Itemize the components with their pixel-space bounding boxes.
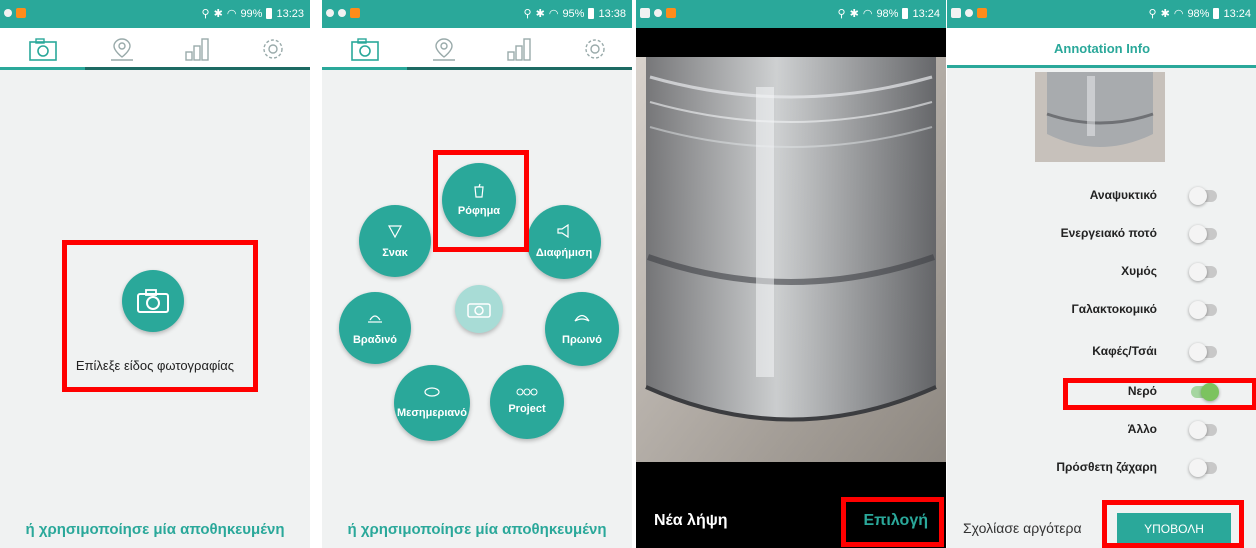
use-saved-photo-link[interactable]: ή χρησιμοποίησε μία αποθηκευμένη — [322, 521, 632, 538]
category-project-button[interactable]: Project — [490, 365, 564, 439]
camera-tab-icon[interactable] — [28, 36, 58, 62]
camera-icon — [467, 303, 491, 318]
option-label: Άλλο — [1127, 422, 1157, 436]
location-icon: ⚲ — [201, 8, 210, 20]
screen-photo-preview: ⚲ ✱ ◠ 98% 13:24 Νέα λήψη Επιλογή — [636, 0, 946, 548]
option-toggle[interactable] — [1189, 187, 1217, 205]
location-tab-icon[interactable] — [107, 36, 137, 62]
category-label: Πρωινό — [562, 334, 602, 346]
battery-percent: 98% — [1187, 7, 1210, 20]
settings-gear-icon[interactable] — [258, 36, 288, 62]
status-time: 13:23 — [276, 7, 304, 20]
category-snak-button[interactable]: Σνακ — [359, 205, 431, 277]
settings-gear-icon[interactable] — [580, 36, 610, 62]
battery-percent: 98% — [876, 7, 899, 20]
option-toggle[interactable] — [1189, 459, 1217, 477]
use-saved-photo-link[interactable]: ή χρησιμοποίησε μία αποθηκευμένη — [0, 521, 310, 538]
category-label: Project — [508, 403, 546, 415]
status-time: 13:38 — [598, 7, 626, 20]
stats-tab-icon[interactable] — [505, 36, 535, 62]
retake-button[interactable]: Νέα λήψη — [654, 512, 728, 530]
option-toggle[interactable] — [1189, 421, 1217, 439]
option-label: Ενεργειακό ποτό — [1060, 226, 1157, 240]
battery-icon — [266, 8, 273, 19]
screen-annotation-info: ⚲ ✱ ◠ 98% 13:24 Annotation Info Αναψυκτικό Εν… — [947, 0, 1256, 548]
option-label: Πρόσθετη ζάχαρη — [1056, 460, 1157, 474]
header-bar: Annotation Info — [947, 28, 1256, 68]
highlight-box — [841, 497, 944, 547]
battery-icon — [902, 8, 909, 19]
camera-center-button[interactable] — [455, 285, 503, 333]
status-bar: ⚲ ✱ ◠ 98% 13:24 — [636, 0, 946, 28]
category-vradino-button[interactable]: Βραδινό — [339, 292, 411, 364]
status-bar: ⚲ ✱ ◠ 95% 13:38 — [322, 0, 632, 28]
bluetooth-icon: ✱ — [1160, 8, 1170, 20]
battery-icon — [588, 8, 595, 19]
category-mesimeriano-button[interactable]: Μεσημεριανό — [394, 365, 470, 441]
wifi-icon: ◠ — [548, 8, 559, 20]
battery-percent: 95% — [562, 7, 585, 20]
dots-icon — [516, 388, 538, 396]
status-time: 13:24 — [1223, 7, 1251, 20]
option-toggle[interactable] — [1189, 301, 1217, 319]
highlight-box — [433, 150, 529, 252]
page-title: Annotation Info — [1053, 41, 1151, 56]
location-icon: ⚲ — [1148, 8, 1157, 20]
wifi-icon: ◠ — [862, 8, 873, 20]
option-toggle[interactable] — [1189, 343, 1217, 361]
glass-photo — [636, 57, 946, 462]
location-icon: ⚲ — [837, 8, 846, 20]
category-label: Διαφήμιση — [535, 247, 593, 259]
megaphone-icon — [557, 223, 569, 239]
category-label: Βραδινό — [352, 334, 398, 346]
annotate-later-button[interactable]: Σχολίασε αργότερα — [963, 520, 1082, 536]
category-label: Μεσημεριανό — [396, 407, 468, 419]
category-proino-button[interactable]: Πρωινό — [545, 292, 619, 366]
pizza-slice-icon — [387, 225, 403, 239]
wifi-icon: ◠ — [226, 8, 237, 20]
bluetooth-icon: ✱ — [213, 8, 223, 20]
battery-icon — [1213, 8, 1220, 19]
option-label: Χυμός — [1121, 264, 1157, 278]
tab-bar — [322, 28, 632, 70]
category-diafimisi-button[interactable]: Διαφήμιση — [527, 205, 601, 279]
option-toggle[interactable] — [1189, 263, 1217, 281]
photo-thumbnail — [1035, 72, 1165, 162]
highlight-box-submit — [1102, 500, 1244, 548]
chicken-icon — [424, 387, 440, 397]
croissant-icon — [574, 314, 590, 322]
status-bar: ⚲ ✱ ◠ 99% 13:23 — [0, 0, 310, 28]
option-toggle[interactable] — [1189, 225, 1217, 243]
wifi-icon: ◠ — [1173, 8, 1184, 20]
category-label: Σνακ — [382, 247, 408, 259]
screen-photo-type: ⚲ ✱ ◠ 99% 13:23 Επίλεξε είδος φωτογραφίας ή … — [0, 0, 310, 548]
tab-bar — [0, 28, 310, 70]
tab-indicator — [407, 67, 632, 70]
bluetooth-icon: ✱ — [535, 8, 545, 20]
screen-category-select: ⚲ ✱ ◠ 95% 13:38 Ρόφημα Σνακ Διαφήμιση Βραδιν… — [322, 0, 632, 548]
highlight-box — [62, 240, 258, 392]
status-time: 13:24 — [912, 7, 940, 20]
status-bar: ⚲ ✱ ◠ 98% 13:24 — [947, 0, 1256, 28]
dinner-icon — [368, 315, 382, 323]
highlight-box-water — [1063, 378, 1256, 410]
camera-tab-icon[interactable] — [350, 36, 380, 62]
location-icon: ⚲ — [523, 8, 532, 20]
option-label: Γαλακτοκομικό — [1071, 302, 1157, 316]
stats-tab-icon[interactable] — [183, 36, 213, 62]
bluetooth-icon: ✱ — [849, 8, 859, 20]
option-label: Καφές/Τσάι — [1092, 344, 1157, 358]
tab-indicator — [85, 67, 310, 70]
battery-percent: 99% — [240, 7, 263, 20]
location-tab-icon[interactable] — [429, 36, 459, 62]
option-label: Αναψυκτικό — [1089, 188, 1157, 202]
